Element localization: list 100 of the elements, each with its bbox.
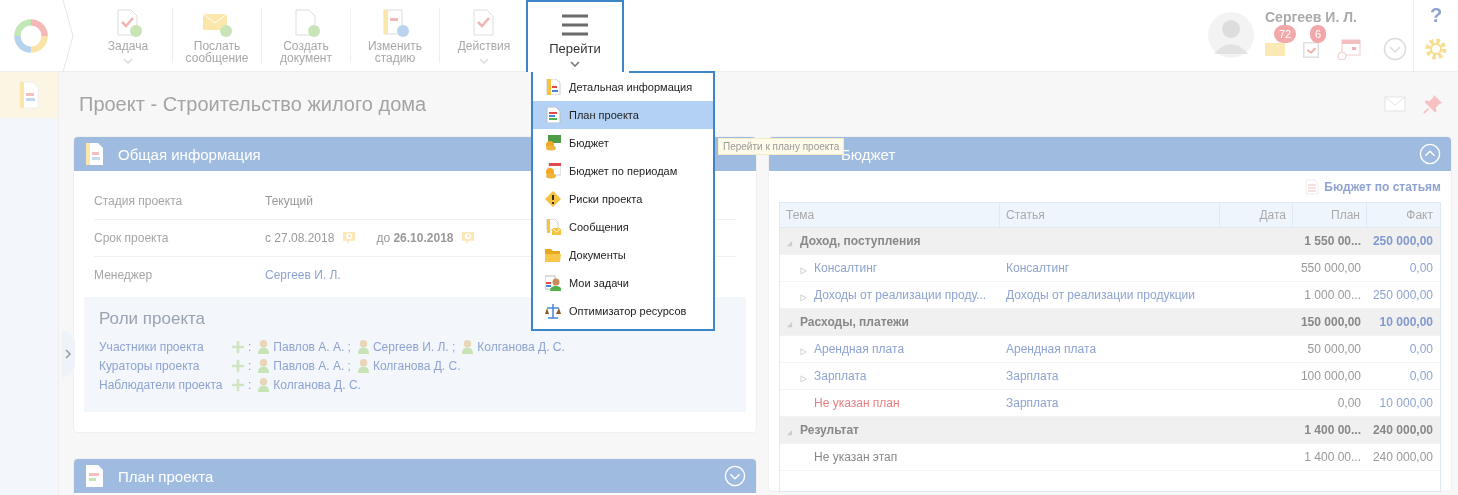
person-link[interactable]: Колганова Д. С. [273, 377, 361, 392]
table-cell: 240 000,00 [1372, 423, 1433, 437]
field-value: до 26.10.2018 [376, 231, 454, 245]
person-icon [545, 275, 561, 291]
help-button[interactable]: ? [1429, 4, 1443, 27]
stage-icon [380, 8, 410, 38]
budget-link[interactable]: Бюджет по статьям [1324, 180, 1441, 194]
toolbar-button[interactable]: Действия [442, 0, 526, 71]
table-cell: Не указан этап [814, 450, 898, 464]
field-label: Стадия проекта [94, 194, 184, 208]
table-cell: Доход, поступления [800, 234, 921, 248]
manager-link[interactable]: Сергеев И. Л. [265, 268, 341, 282]
report-icon [545, 79, 561, 95]
panel-title: План проекта [118, 467, 214, 485]
person-link[interactable]: Колганова Д. С. [477, 339, 565, 354]
add-icon[interactable] [231, 339, 245, 354]
table-cell: Не указан план [814, 396, 900, 410]
column-header[interactable]: Дата [1220, 203, 1293, 227]
menu-item[interactable]: Сообщения [533, 213, 713, 241]
count-badge: 72 [1274, 25, 1297, 43]
person-icon [356, 358, 370, 373]
roles-title: Роли проекта [99, 309, 206, 329]
menu-item[interactable]: Детальная информация [533, 73, 713, 101]
add-icon[interactable] [231, 377, 245, 392]
table-cell: 50 000,00 [1307, 342, 1361, 356]
table-cell: Консалтинг [814, 261, 878, 275]
table-cell: 10 000,00 [1379, 396, 1433, 410]
plan-icon [545, 107, 561, 123]
menu-item[interactable]: Риски проекта [533, 185, 713, 213]
expand-triangle-icon[interactable] [800, 347, 807, 355]
pin-icon[interactable] [1422, 94, 1444, 114]
collapse-triangle-icon[interactable] [786, 320, 793, 328]
table-cell: 100 000,00 [1300, 369, 1361, 383]
collapse-triangle-icon[interactable] [786, 428, 793, 436]
table-cell: Арендная плата [814, 342, 905, 356]
collapse-triangle-icon[interactable] [786, 239, 793, 247]
column-header[interactable]: План [1293, 203, 1367, 227]
money-icon [545, 135, 561, 151]
expand-triangle-icon[interactable] [800, 293, 807, 301]
person-link[interactable]: Колганова Д. С. [372, 358, 461, 373]
role-label: Кураторы проекта [99, 358, 201, 373]
separator: : [248, 358, 252, 373]
menu-item[interactable]: Бюджет [533, 129, 713, 157]
menu-item[interactable]: Оптимизатор ресурсов [533, 297, 713, 325]
expand-icon[interactable] [724, 465, 746, 487]
expand-triangle-icon[interactable] [800, 266, 807, 274]
menu-item[interactable]: Документы [533, 241, 713, 269]
table-cell: Зарплата [1006, 369, 1059, 383]
field-value: с 27.08.2018 [265, 231, 335, 245]
document-envelope-icon [545, 219, 561, 235]
table-cell: 1 000 00... [1304, 288, 1361, 302]
toolbar-button[interactable]: Задача [86, 0, 170, 71]
document-icon[interactable] [17, 81, 41, 109]
table-cell: Расходы, платежи [800, 315, 909, 329]
page-title: Проект - Строительство жилого дома [79, 92, 427, 116]
person-link[interactable]: Павлов А. А. ; [273, 339, 351, 354]
column-header[interactable]: Тема [780, 203, 1000, 227]
folder-icon [545, 247, 561, 263]
table-cell: 0,00 [1409, 369, 1433, 383]
toolbar-button[interactable]: Послать сообщение [175, 0, 259, 71]
add-icon[interactable] [231, 358, 245, 373]
role-label: Наблюдатели проекта [99, 377, 224, 392]
column-header[interactable]: Статья [1000, 203, 1220, 227]
menu-item[interactable]: Бюджет по периодам [533, 157, 713, 185]
table-cell: 0,00 [1409, 342, 1433, 356]
person-link[interactable]: Сергеев И. Л. ; [372, 339, 456, 354]
column-header[interactable]: Факт [1367, 203, 1439, 227]
table-cell: 10 000,00 [1379, 315, 1433, 329]
table-cell: Зарплата [814, 369, 867, 383]
table-cell: Доходы от реализации проду... [814, 288, 987, 302]
report-icon [1305, 179, 1320, 195]
field-value: Текущий [265, 194, 313, 208]
table-cell: Доходы от реализации продукции [1006, 288, 1195, 302]
toolbar-button[interactable]: Создать документ [264, 0, 348, 71]
table-cell: 1 400 00... [1304, 423, 1361, 437]
scales-icon [545, 303, 561, 319]
settings-icon[interactable] [1424, 37, 1448, 61]
collapse-icon[interactable] [1419, 143, 1441, 165]
chevron-down-icon[interactable] [1383, 37, 1407, 61]
expand-triangle-icon[interactable] [800, 374, 807, 382]
person-icon [356, 339, 370, 354]
menu-item[interactable]: План проекта [533, 101, 713, 129]
toolbar-button[interactable]: Перейти [526, 0, 624, 72]
person-icon [257, 377, 271, 392]
field-label: Менеджер [94, 268, 154, 282]
report-icon [84, 142, 104, 166]
person-icon [257, 339, 271, 354]
table-cell: Арендная плата [1006, 342, 1097, 356]
table-cell: 240 000,00 [1372, 450, 1433, 464]
person-link[interactable]: Павлов А. А. ; [273, 358, 351, 373]
table-cell: 1 550 00... [1304, 234, 1361, 248]
table-cell: 250 000,00 [1372, 288, 1433, 302]
envelope-icon[interactable] [1384, 94, 1406, 114]
expand-tab[interactable] [62, 330, 76, 378]
toolbar-button[interactable]: Изменить стадию [353, 0, 437, 71]
avatar [1208, 12, 1254, 58]
field-label: Срок проекта [94, 231, 170, 245]
menu-item[interactable]: Мои задачи [533, 269, 713, 297]
table-cell: 1 400 00... [1304, 450, 1361, 464]
warning-icon [545, 191, 561, 207]
